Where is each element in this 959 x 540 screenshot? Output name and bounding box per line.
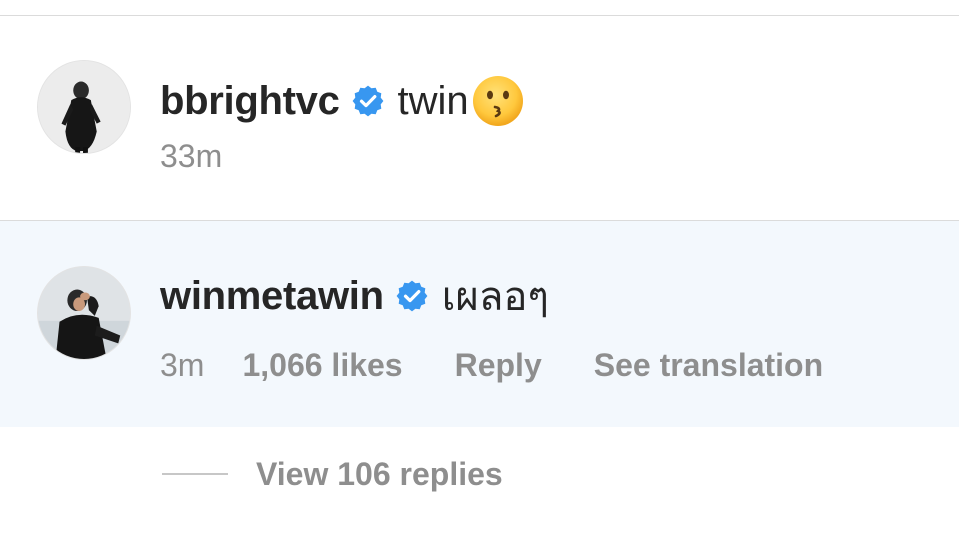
- avatar[interactable]: [37, 266, 131, 360]
- avatar[interactable]: [37, 60, 131, 154]
- reply-button[interactable]: Reply: [455, 347, 542, 384]
- view-replies-button[interactable]: View 106 replies: [162, 452, 503, 496]
- comment-item-highlighted: winmetawin เผลอๆ 3m 1,066 likes Reply Se…: [0, 221, 959, 427]
- see-translation-button[interactable]: See translation: [594, 347, 823, 384]
- verified-badge-icon: [352, 85, 384, 117]
- comment-main-line: bbrightvc twin: [160, 61, 525, 141]
- comments-page: bbrightvc twin 33m winmetawin เผลอๆ 3m 1…: [0, 0, 959, 540]
- comment-text: twin: [397, 78, 469, 123]
- comment-text: เผลอๆ: [441, 275, 549, 319]
- view-replies-label[interactable]: View 106 replies: [256, 456, 503, 493]
- comment-meta: 3m 1,066 likes Reply See translation: [160, 345, 823, 385]
- likes-count-button[interactable]: 1,066 likes: [242, 347, 402, 384]
- verified-badge-icon: [396, 280, 428, 312]
- comment-item: bbrightvc twin 33m: [0, 16, 959, 220]
- username[interactable]: winmetawin: [160, 274, 384, 319]
- username[interactable]: bbrightvc: [160, 79, 340, 124]
- comment-timestamp: 3m: [160, 346, 205, 383]
- replies-line-divider: [162, 473, 228, 475]
- comment-timestamp: 33m: [160, 137, 223, 174]
- comment-main-line: winmetawin เผลอๆ: [160, 266, 549, 326]
- comment-meta: 33m: [160, 136, 222, 176]
- kissing-face-emoji: [471, 74, 525, 128]
